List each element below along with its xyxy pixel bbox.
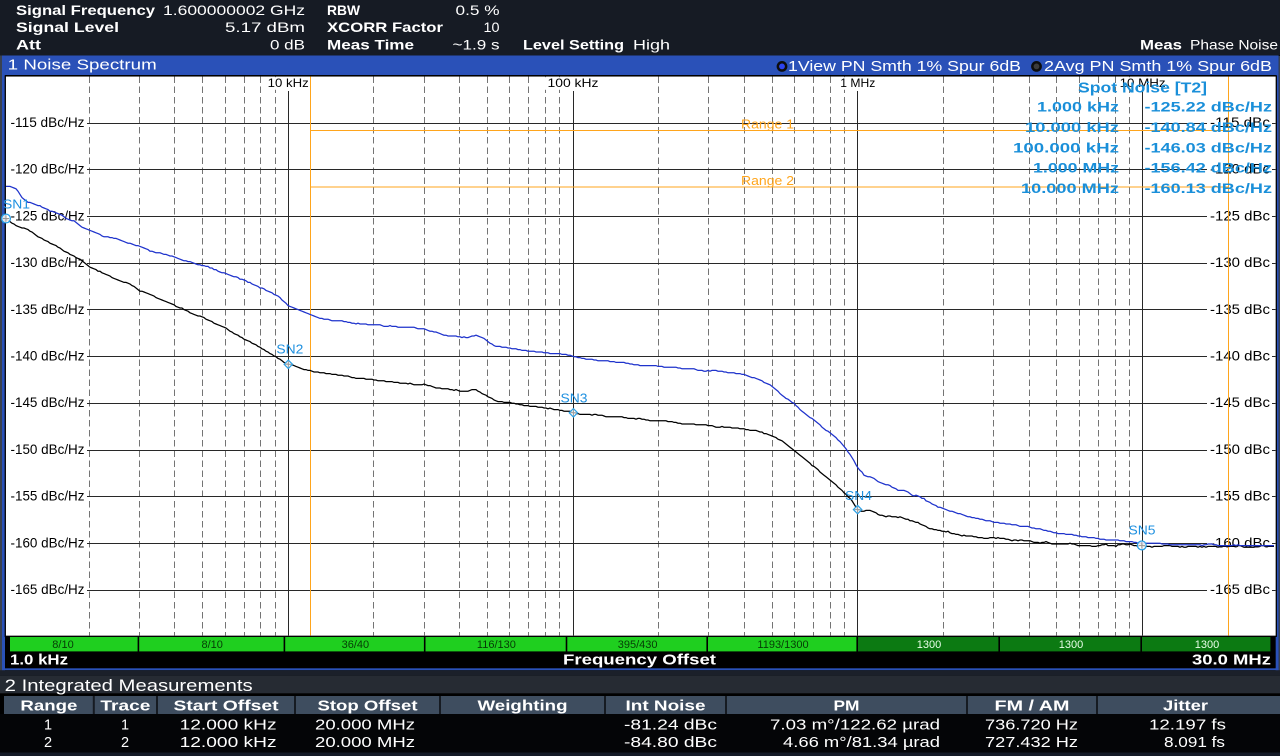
svg-text:Frequency Offset: Frequency Offset — [563, 652, 716, 669]
svg-text:5.17 dBm: 5.17 dBm — [225, 19, 305, 35]
svg-text:-125.22 dBc/Hz: -125.22 dBc/Hz — [1145, 99, 1273, 115]
svg-text:Meas: Meas — [1140, 37, 1182, 53]
svg-text:-155 dBc: -155 dBc — [1210, 488, 1270, 504]
svg-text:-84.80 dBc: -84.80 dBc — [624, 735, 717, 751]
svg-text:Weighting: Weighting — [478, 699, 568, 715]
svg-text:20.000 MHz: 20.000 MHz — [315, 717, 415, 733]
svg-text:-130 dBc: -130 dBc — [1210, 254, 1270, 270]
svg-text:-160 dBc: -160 dBc — [1210, 534, 1270, 550]
svg-text:SN4: SN4 — [845, 488, 872, 503]
svg-text:Spot Noise [T2]: Spot Noise [T2] — [1078, 80, 1207, 97]
svg-text:1: 1 — [44, 717, 52, 733]
svg-text:1193/1300: 1193/1300 — [757, 639, 808, 651]
svg-text:20.000 MHz: 20.000 MHz — [315, 735, 415, 751]
svg-text:Att: Att — [16, 37, 41, 53]
svg-text:116/130: 116/130 — [477, 639, 516, 651]
svg-text:7.03 m°/122.62 µrad: 7.03 m°/122.62 µrad — [770, 717, 940, 733]
svg-text:727.432 Hz: 727.432 Hz — [985, 735, 1078, 751]
svg-text:100.000 kHz: 100.000 kHz — [1013, 139, 1119, 155]
svg-text:2Avg PN Smth 1% Spur 6dB: 2Avg PN Smth 1% Spur 6dB — [1044, 58, 1272, 75]
svg-text:Stop Offset: Stop Offset — [318, 699, 418, 715]
svg-text:Meas Time: Meas Time — [327, 37, 414, 53]
svg-text:-115 dBc/Hz: -115 dBc/Hz — [11, 114, 85, 130]
svg-text:Int Noise: Int Noise — [626, 699, 706, 715]
svg-text:Signal Frequency: Signal Frequency — [16, 2, 155, 18]
svg-text:1300: 1300 — [917, 639, 941, 651]
svg-text:-140 dBc: -140 dBc — [1210, 348, 1270, 364]
svg-text:8.091 fs: 8.091 fs — [1164, 735, 1225, 751]
svg-text:12.197 fs: 12.197 fs — [1149, 717, 1226, 733]
svg-text:-165 dBc/Hz: -165 dBc/Hz — [11, 581, 85, 597]
svg-text:100 kHz: 100 kHz — [548, 76, 599, 90]
svg-text:1300: 1300 — [1059, 639, 1083, 651]
svg-text:1300: 1300 — [1195, 639, 1219, 651]
svg-text:High: High — [633, 37, 670, 53]
svg-text:-125 dBc: -125 dBc — [1210, 207, 1270, 223]
svg-text:-145 dBc: -145 dBc — [1210, 394, 1270, 410]
svg-text:Range: Range — [20, 699, 77, 715]
svg-text:Trace: Trace — [100, 699, 150, 715]
svg-text:30.0 MHz: 30.0 MHz — [1192, 652, 1271, 669]
svg-text:SN5: SN5 — [1129, 523, 1156, 538]
svg-text:36/40: 36/40 — [342, 639, 370, 651]
svg-text:1.000 kHz: 1.000 kHz — [1037, 99, 1119, 115]
svg-text:395/430: 395/430 — [618, 639, 658, 651]
svg-text:-146.03 dBc/Hz: -146.03 dBc/Hz — [1145, 139, 1273, 155]
svg-text:-145 dBc/Hz: -145 dBc/Hz — [11, 394, 85, 410]
svg-text:1.0 kHz: 1.0 kHz — [10, 652, 68, 669]
svg-text:2: 2 — [121, 735, 129, 751]
svg-text:-165 dBc: -165 dBc — [1210, 581, 1270, 597]
svg-text:-81.24 dBc: -81.24 dBc — [624, 717, 717, 733]
svg-text:-135 dBc/Hz: -135 dBc/Hz — [11, 301, 85, 317]
svg-text:10: 10 — [484, 19, 500, 35]
svg-text:1 Noise Spectrum: 1 Noise Spectrum — [8, 57, 157, 74]
svg-text:10.000 MHz: 10.000 MHz — [1021, 180, 1119, 196]
svg-text:-156.42 dBc/Hz: -156.42 dBc/Hz — [1145, 160, 1273, 176]
svg-text:Signal Level: Signal Level — [16, 19, 119, 35]
svg-text:Level Setting: Level Setting — [523, 37, 624, 53]
svg-text:-130 dBc/Hz: -130 dBc/Hz — [11, 254, 85, 270]
svg-text:SN2: SN2 — [276, 341, 303, 356]
svg-text:8/10: 8/10 — [52, 639, 73, 651]
svg-text:PM: PM — [834, 699, 860, 715]
svg-text:-155 dBc/Hz: -155 dBc/Hz — [11, 488, 85, 504]
svg-text:-160 dBc/Hz: -160 dBc/Hz — [11, 534, 85, 550]
svg-text:FM / AM: FM / AM — [995, 699, 1070, 715]
svg-text:XCORR Factor: XCORR Factor — [327, 19, 444, 35]
svg-text:-150 dBc: -150 dBc — [1210, 441, 1270, 457]
svg-text:8/10: 8/10 — [201, 639, 222, 651]
svg-text:Phase Noise: Phase Noise — [1190, 37, 1278, 53]
svg-text:-120 dBc/Hz: -120 dBc/Hz — [11, 161, 85, 177]
svg-text:1 MHz: 1 MHz — [840, 76, 875, 90]
svg-text:1.000 MHz: 1.000 MHz — [1033, 160, 1119, 176]
svg-text:1View PN Smth 1% Spur 6dB: 1View PN Smth 1% Spur 6dB — [788, 58, 1021, 75]
svg-text:-140 dBc/Hz: -140 dBc/Hz — [11, 348, 85, 364]
svg-text:Start Offset: Start Offset — [174, 699, 279, 715]
svg-text:0.5 %: 0.5 % — [456, 2, 500, 18]
svg-text:-140.84 dBc/Hz: -140.84 dBc/Hz — [1145, 119, 1273, 135]
svg-text:0 dB: 0 dB — [270, 37, 305, 53]
svg-text:Range 2: Range 2 — [741, 174, 794, 188]
svg-text:12.000 kHz: 12.000 kHz — [180, 735, 277, 751]
svg-text:SN1: SN1 — [3, 197, 30, 212]
svg-text:RBW: RBW — [327, 2, 361, 18]
svg-text:SN3: SN3 — [561, 391, 588, 406]
svg-text:-160.13 dBc/Hz: -160.13 dBc/Hz — [1145, 180, 1273, 196]
svg-text:4.66 m°/81.34 µrad: 4.66 m°/81.34 µrad — [783, 735, 940, 751]
svg-text:12.000 kHz: 12.000 kHz — [180, 717, 277, 733]
svg-text:Jitter: Jitter — [1163, 699, 1208, 715]
svg-text:-135 dBc: -135 dBc — [1210, 301, 1270, 317]
svg-text:~1.9 s: ~1.9 s — [453, 37, 500, 53]
svg-text:736.720 Hz: 736.720 Hz — [985, 717, 1078, 733]
svg-text:1: 1 — [121, 717, 129, 733]
svg-text:10.000 kHz: 10.000 kHz — [1025, 119, 1119, 135]
svg-text:1.600000002 GHz: 1.600000002 GHz — [163, 2, 305, 18]
svg-text:2 Integrated Measurements: 2 Integrated Measurements — [5, 676, 253, 695]
svg-text:10 kHz: 10 kHz — [268, 76, 309, 90]
svg-text:Range 1: Range 1 — [741, 118, 794, 132]
svg-text:2: 2 — [44, 735, 52, 751]
svg-text:-150 dBc/Hz: -150 dBc/Hz — [11, 441, 85, 457]
